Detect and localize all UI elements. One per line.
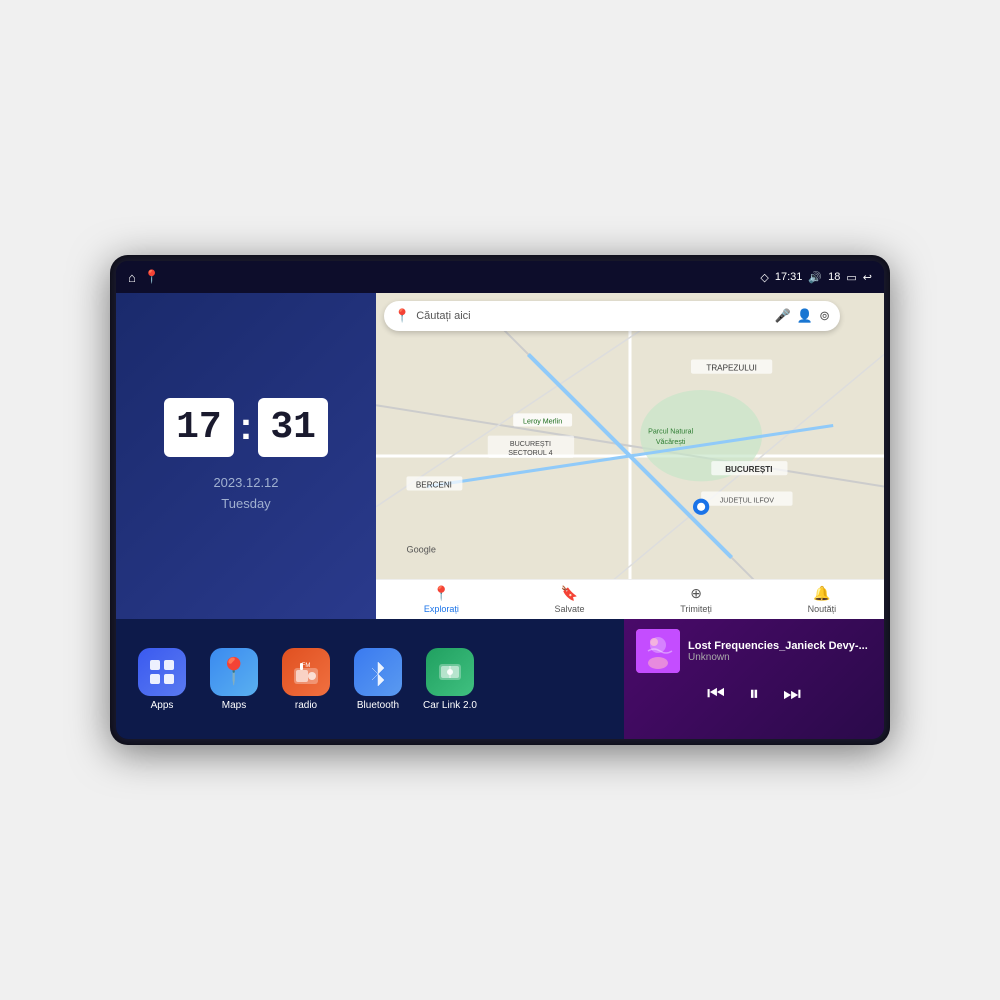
map-search-text: Căutați aici	[416, 310, 769, 322]
svg-text:Leroy Merlin: Leroy Merlin	[523, 417, 562, 425]
svg-text:TRAPEZULUI: TRAPEZULUI	[706, 364, 756, 373]
music-prev-button[interactable]: ⏮	[707, 683, 725, 706]
battery-icon: ▭	[846, 271, 856, 284]
svg-text:Văcărești: Văcărești	[656, 438, 686, 446]
device-screen: ⌂ 📍 ◇ 17:31 🔊 18 ▭ ↩ 17 :	[116, 261, 884, 739]
carlink-label: Car Link 2.0	[423, 700, 477, 711]
svg-text:BERCENI: BERCENI	[416, 480, 452, 489]
radio-icon: FM	[282, 648, 330, 696]
bottom-section: Apps 📍 Maps FM	[116, 619, 884, 739]
map-nav-explore[interactable]: 📍 Explorați	[424, 585, 459, 614]
apps-icon	[138, 648, 186, 696]
news-label: Noutăți	[808, 604, 837, 614]
music-next-button[interactable]: ⏭	[783, 683, 801, 706]
clock-display: 17 : 31	[164, 398, 328, 457]
music-text: Lost Frequencies_Janieck Devy-... Unknow…	[688, 640, 872, 663]
status-bar-right: ◇ 17:31 🔊 18 ▭ ↩	[760, 271, 872, 284]
saved-icon: 🔖	[561, 585, 578, 602]
app-item-carlink[interactable]: Car Link 2.0	[420, 648, 480, 711]
layers-icon[interactable]: ⊚	[819, 308, 830, 324]
clock-widget: 17 : 31 2023.12.12 Tuesday	[116, 293, 376, 619]
app-item-radio[interactable]: FM radio	[276, 648, 336, 711]
main-content: 17 : 31 2023.12.12 Tuesday	[116, 293, 884, 739]
map-nav-saved[interactable]: 🔖 Salvate	[555, 585, 585, 614]
svg-text:FM: FM	[302, 663, 311, 669]
app-item-apps[interactable]: Apps	[132, 648, 192, 711]
profile-icon[interactable]: 👤	[797, 308, 813, 324]
map-bottom-nav: 📍 Explorați 🔖 Salvate ⊕ Trimiteți 🔔	[376, 579, 884, 619]
back-icon[interactable]: ↩	[863, 271, 872, 284]
clock-minutes: 31	[258, 398, 328, 457]
svg-text:Google: Google	[406, 545, 435, 555]
music-controls: ⏮ ⏸ ⏭	[636, 683, 872, 706]
voice-search-icon[interactable]: 🎤	[775, 308, 791, 324]
map-svg: TRAPEZULUI BUCUREȘTI JUDEȚUL ILFOV BERCE…	[376, 293, 884, 619]
bluetooth-icon	[354, 648, 402, 696]
map-widget[interactable]: TRAPEZULUI BUCUREȘTI JUDEȚUL ILFOV BERCE…	[376, 293, 884, 619]
music-play-pause-button[interactable]: ⏸	[749, 683, 759, 706]
map-nav-news[interactable]: 🔔 Noutăți	[808, 585, 837, 614]
carlink-icon	[426, 648, 474, 696]
status-bar-left: ⌂ 📍	[128, 269, 160, 285]
apps-grid: Apps 📍 Maps FM	[116, 619, 624, 739]
maps-icon: 📍	[210, 648, 258, 696]
clock-colon: :	[240, 406, 253, 449]
bluetooth-label: Bluetooth	[357, 700, 399, 711]
svg-text:SECTORUL 4: SECTORUL 4	[508, 449, 552, 457]
car-unit-device: ⌂ 📍 ◇ 17:31 🔊 18 ▭ ↩ 17 :	[110, 255, 890, 745]
app-item-bluetooth[interactable]: Bluetooth	[348, 648, 408, 711]
svg-text:Parcul Natural: Parcul Natural	[648, 428, 693, 436]
apps-label: Apps	[151, 700, 174, 711]
map-nav-send[interactable]: ⊕ Trimiteți	[680, 585, 712, 614]
app-item-maps[interactable]: 📍 Maps	[204, 648, 264, 711]
maps-label: Maps	[222, 700, 246, 711]
music-title: Lost Frequencies_Janieck Devy-...	[688, 640, 872, 652]
explore-icon: 📍	[433, 585, 450, 602]
svg-text:JUDEȚUL ILFOV: JUDEȚUL ILFOV	[720, 497, 775, 505]
map-search-bar[interactable]: 📍 Căutați aici 🎤 👤 ⊚	[384, 301, 840, 331]
top-section: 17 : 31 2023.12.12 Tuesday	[116, 293, 884, 619]
volume-icon: 🔊	[808, 271, 822, 284]
status-bar: ⌂ 📍 ◇ 17:31 🔊 18 ▭ ↩	[116, 261, 884, 293]
svg-text:BUCUREȘTI: BUCUREȘTI	[510, 440, 551, 448]
music-player: Lost Frequencies_Janieck Devy-... Unknow…	[624, 619, 884, 739]
google-maps-pin-icon: 📍	[394, 308, 410, 324]
location-icon[interactable]: 📍	[144, 269, 160, 285]
battery-level: 18	[828, 271, 840, 283]
music-thumbnail	[636, 629, 680, 673]
news-icon: 🔔	[813, 585, 830, 602]
clock-hours: 17	[164, 398, 234, 457]
music-info: Lost Frequencies_Janieck Devy-... Unknow…	[636, 629, 872, 673]
explore-label: Explorați	[424, 604, 459, 614]
send-icon: ⊕	[690, 585, 702, 602]
send-label: Trimiteți	[680, 604, 712, 614]
clock-date: 2023.12.12 Tuesday	[213, 473, 278, 515]
svg-text:BUCUREȘTI: BUCUREȘTI	[725, 465, 772, 474]
radio-label: radio	[295, 700, 317, 711]
music-artist: Unknown	[688, 652, 872, 663]
status-time: 17:31	[775, 271, 803, 283]
saved-label: Salvate	[555, 604, 585, 614]
signal-icon: ◇	[760, 271, 768, 284]
home-icon[interactable]: ⌂	[128, 270, 136, 285]
